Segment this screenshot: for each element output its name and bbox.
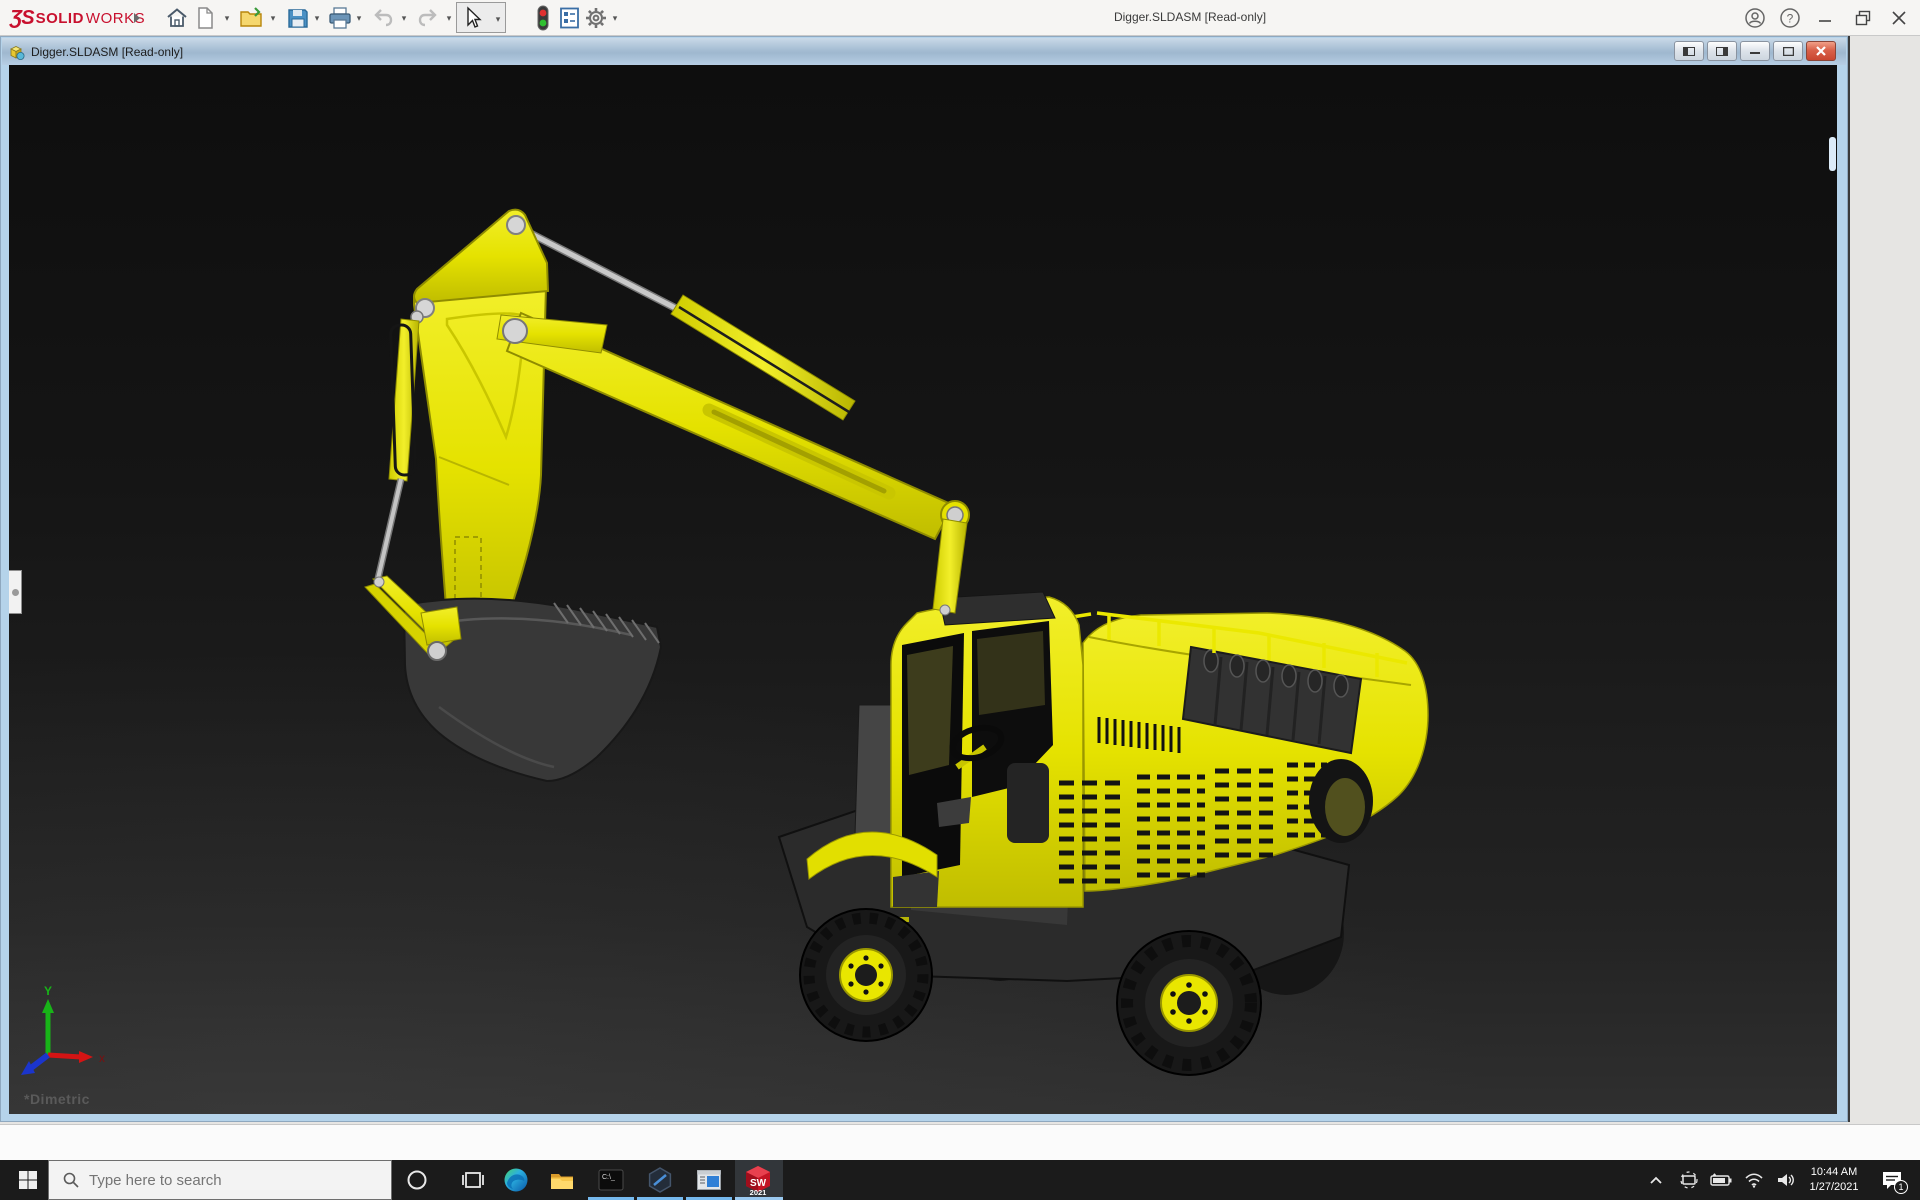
new-document-button[interactable] xyxy=(192,5,218,31)
tray-chevron-icon[interactable] xyxy=(1638,1160,1674,1200)
notification-badge: 1 xyxy=(1894,1180,1908,1194)
redo-dropdown[interactable]: ▾ xyxy=(444,13,454,23)
app-client-area: Digger.SLDASM [Read-only] Y x *Dimetric xyxy=(0,36,1920,1160)
start-button[interactable] xyxy=(8,1160,48,1200)
tray-battery-icon[interactable] xyxy=(1704,1160,1738,1200)
tray-clock[interactable]: 10:44 AM 1/27/2021 xyxy=(1798,1165,1870,1195)
action-center-icon[interactable] xyxy=(1872,1160,1912,1200)
taskbar-app-hexagon[interactable] xyxy=(637,1160,683,1200)
feature-manager-collapsed-tab[interactable] xyxy=(9,570,22,614)
svg-text:2021: 2021 xyxy=(750,1188,767,1196)
save-button[interactable] xyxy=(285,5,311,31)
taskbar-app-window[interactable] xyxy=(686,1160,732,1200)
doc-minimize-button[interactable] xyxy=(1740,41,1770,61)
open-button[interactable] xyxy=(239,5,265,31)
minimize-button[interactable] xyxy=(1810,4,1840,32)
doc-pane-left-button[interactable] xyxy=(1674,41,1704,61)
taskbar-app-solidworks[interactable]: SW 2021 xyxy=(735,1160,781,1200)
task-view-button[interactable] xyxy=(450,1160,496,1200)
tray-date: 1/27/2021 xyxy=(1809,1181,1859,1193)
taskbar-app-file-explorer[interactable] xyxy=(539,1160,585,1200)
account-icon[interactable] xyxy=(1740,4,1770,32)
app-titlebar: ƷS SOLID WORKS ▾ ▾ ▾ ▾ ▾ ▾ ▾ ▾ Digger.SLD xyxy=(0,0,1920,36)
front-right-wheel xyxy=(1116,930,1262,1076)
print-dropdown[interactable]: ▾ xyxy=(354,13,364,23)
new-document-dropdown[interactable]: ▾ xyxy=(222,13,232,23)
front-left-wheel xyxy=(799,908,933,1042)
taskbar-search[interactable] xyxy=(48,1160,392,1200)
orientation-triad: Y x xyxy=(21,984,105,1075)
search-icon xyxy=(63,1172,79,1188)
taskbar: C:\_ SW2021 10:44 AM 1/27/2021 xyxy=(0,1160,1920,1200)
view-orientation-label: *Dimetric xyxy=(24,1091,90,1107)
task-pane-divider xyxy=(1848,36,1850,1122)
help-icon[interactable]: ? xyxy=(1775,4,1805,32)
save-dropdown[interactable]: ▾ xyxy=(312,13,322,23)
svg-text:?: ? xyxy=(1787,12,1794,26)
app-window-title: Digger.SLDASM [Read-only] xyxy=(1113,10,1267,24)
feature-manager-tab-dot xyxy=(11,588,19,596)
status-bar xyxy=(0,1124,1920,1160)
doc-pane-right-button[interactable] xyxy=(1707,41,1737,61)
solidworks-logo-mark: ƷS xyxy=(10,6,35,29)
doc-close-button[interactable] xyxy=(1806,41,1836,61)
document-title: Digger.SLDASM [Read-only] xyxy=(31,44,184,59)
taskbar-app-edge[interactable] xyxy=(493,1160,539,1200)
undo-button[interactable] xyxy=(370,5,396,31)
cortana-button[interactable] xyxy=(394,1160,440,1200)
search-input[interactable] xyxy=(89,1171,329,1189)
toolbar-flyout-arrow-icon[interactable] xyxy=(124,5,150,31)
svg-text:x: x xyxy=(99,1051,105,1065)
open-dropdown[interactable]: ▾ xyxy=(268,13,278,23)
assembly-icon xyxy=(10,45,25,60)
select-dropdown[interactable]: ▾ xyxy=(493,14,503,24)
select-tool-box[interactable]: ▾ xyxy=(456,2,506,33)
restore-button[interactable] xyxy=(1848,4,1878,32)
tray-time: 10:44 AM xyxy=(1810,1166,1858,1178)
print-button[interactable] xyxy=(327,5,353,31)
taskbar-app-command-prompt[interactable]: C:\_ xyxy=(588,1160,634,1200)
graphics-viewport[interactable]: Y x *Dimetric xyxy=(9,65,1837,1114)
undo-dropdown[interactable]: ▾ xyxy=(399,13,409,23)
viewport-scrollbar-thumb[interactable] xyxy=(1829,137,1836,171)
svg-text:C:\_: C:\_ xyxy=(602,1174,615,1181)
display-pane-button[interactable] xyxy=(557,5,583,31)
options-gear-button[interactable] xyxy=(583,5,609,31)
redo-button[interactable] xyxy=(415,5,441,31)
solidworks-logo-word1: SOLID xyxy=(35,9,84,27)
tray-cast-icon[interactable] xyxy=(1672,1160,1706,1200)
options-dropdown[interactable]: ▾ xyxy=(610,13,620,23)
xpress-traffic-light-icon[interactable] xyxy=(530,5,556,31)
document-titlebar[interactable]: Digger.SLDASM [Read-only] xyxy=(2,38,1846,65)
home-button[interactable] xyxy=(164,5,190,31)
document-window: Digger.SLDASM [Read-only] Y x *Dimetric xyxy=(0,36,1848,1122)
svg-text:Y: Y xyxy=(44,984,52,998)
excavator-model: Y x xyxy=(21,208,1429,1076)
document-window-controls xyxy=(1671,41,1836,61)
tray-wifi-icon[interactable] xyxy=(1737,1160,1771,1200)
close-button[interactable] xyxy=(1884,4,1914,32)
doc-restore-button[interactable] xyxy=(1773,41,1803,61)
